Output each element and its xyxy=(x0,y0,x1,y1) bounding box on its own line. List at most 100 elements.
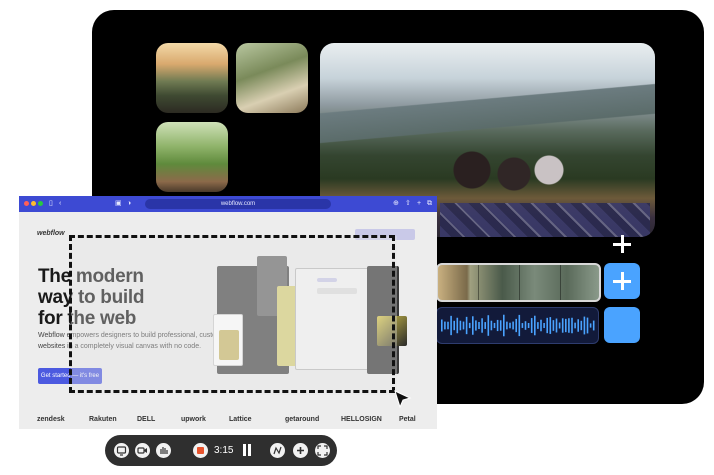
webflow-logo[interactable]: webflow xyxy=(37,230,65,237)
sidebar-icon[interactable]: ▯ xyxy=(49,200,53,208)
waveform-bar xyxy=(484,322,486,329)
waveform-bar xyxy=(589,323,592,328)
recording-timer: 3:15 xyxy=(214,445,234,456)
waveform-bar xyxy=(453,320,455,331)
minimize-dot[interactable] xyxy=(31,201,36,206)
waveform-bar xyxy=(530,318,533,333)
waveform-bar xyxy=(577,319,579,332)
waveform-bar xyxy=(515,318,517,333)
waveform-bar xyxy=(583,316,586,335)
waveform-bar xyxy=(499,320,502,331)
waveform-bar xyxy=(512,321,514,330)
media-thumbnail-coffee[interactable] xyxy=(236,43,308,113)
draw-icon xyxy=(273,446,282,455)
waveform-bar xyxy=(580,320,583,331)
waveform-bar xyxy=(537,322,539,329)
waveform-bar xyxy=(555,318,558,333)
waveform-bar xyxy=(571,317,573,334)
waveform-bar xyxy=(450,315,452,336)
logo-hellosign: HELLOSIGN xyxy=(341,416,382,423)
waveform-bar xyxy=(478,321,480,330)
waveform-bar xyxy=(527,322,530,329)
extension-icon[interactable]: ▣ xyxy=(115,200,122,208)
logo-lattice: Lattice xyxy=(229,416,252,423)
waveform-bar xyxy=(441,319,443,332)
logo-rakuten: Rakuten xyxy=(89,416,117,423)
waveform-bar xyxy=(592,320,595,331)
waveform-bar xyxy=(518,314,521,337)
logo-petal: Petal xyxy=(399,416,416,423)
logo-upwork: upwork xyxy=(181,416,206,423)
window-icon xyxy=(116,446,127,456)
browser-toolbar: ▯ ‹ ▣ ◑ webflow.com ⊕ ⇧ + ⧉ xyxy=(19,196,437,212)
waveform-bar xyxy=(552,320,555,331)
waveform-bar xyxy=(493,322,496,329)
plus-icon xyxy=(297,447,304,454)
cursor-icon xyxy=(394,390,412,409)
stop-button[interactable] xyxy=(193,443,208,458)
window-capture-button[interactable] xyxy=(114,443,129,458)
gesture-button[interactable] xyxy=(156,443,171,458)
stop-icon xyxy=(197,447,204,454)
add-button[interactable] xyxy=(293,443,308,458)
waveform-bar xyxy=(465,316,468,335)
waveform-bar xyxy=(543,322,545,329)
waveform-bar xyxy=(506,321,508,330)
logo-zendesk: zendesk xyxy=(37,416,65,423)
waveform-bar xyxy=(586,317,589,334)
waveform-bar xyxy=(487,315,490,336)
waveform-bar xyxy=(521,323,524,328)
logo-getaround: getaround xyxy=(285,416,320,423)
capture-selection-box[interactable] xyxy=(69,235,395,393)
add-audio-button[interactable] xyxy=(604,307,640,343)
waveform-bar xyxy=(534,315,536,336)
waveform-bar xyxy=(447,321,449,330)
waveform-bar xyxy=(546,317,548,334)
camera-icon xyxy=(137,447,147,454)
waveform-bar xyxy=(503,314,505,337)
fullscreen-icon xyxy=(317,445,328,456)
media-thumbnail-sunset[interactable] xyxy=(156,43,228,113)
audio-waveform xyxy=(441,314,595,337)
hand-icon xyxy=(160,447,168,454)
tabs-icon[interactable]: ⧉ xyxy=(427,200,432,208)
waveform-bar xyxy=(561,318,564,333)
pause-icon[interactable] xyxy=(242,444,252,456)
add-video-button[interactable] xyxy=(604,263,640,299)
shield-icon[interactable]: ◑ xyxy=(127,200,131,208)
back-icon[interactable]: ‹ xyxy=(59,200,61,208)
fullscreen-button[interactable] xyxy=(315,443,330,458)
waveform-bar xyxy=(509,322,511,329)
waveform-bar xyxy=(540,319,542,332)
camera-button[interactable] xyxy=(135,443,150,458)
waveform-bar xyxy=(568,318,570,333)
video-track[interactable] xyxy=(436,263,601,302)
download-icon[interactable]: ⊕ xyxy=(393,200,399,208)
share-icon[interactable]: ⇧ xyxy=(405,200,411,208)
waveform-bar xyxy=(490,320,493,331)
maximize-dot[interactable] xyxy=(38,201,43,206)
waveform-bar xyxy=(472,316,474,335)
close-dot[interactable] xyxy=(24,201,29,206)
waveform-bar xyxy=(475,320,477,331)
waveform-bar xyxy=(549,317,552,334)
address-bar[interactable]: webflow.com xyxy=(145,199,331,209)
waveform-bar xyxy=(456,317,459,334)
waveform-bar xyxy=(468,322,471,329)
waveform-bar xyxy=(524,321,527,330)
waveform-bar xyxy=(462,321,465,330)
waveform-bar xyxy=(574,322,576,329)
waveform-bar xyxy=(481,318,483,333)
waveform-bar xyxy=(444,321,446,330)
customer-logos: zendesk Rakuten DELL upwork Lattice geta… xyxy=(19,416,437,428)
waveform-bar xyxy=(558,322,561,329)
plus-icon[interactable] xyxy=(611,233,633,255)
audio-track[interactable] xyxy=(436,307,599,344)
new-tab-icon[interactable]: + xyxy=(417,200,421,208)
draw-button[interactable] xyxy=(270,443,285,458)
waveform-bar xyxy=(496,319,499,332)
waveform-bar xyxy=(459,320,462,331)
logo-dell: DELL xyxy=(137,416,156,423)
waveform-bar xyxy=(565,318,567,333)
media-thumbnail-group[interactable] xyxy=(156,122,228,192)
